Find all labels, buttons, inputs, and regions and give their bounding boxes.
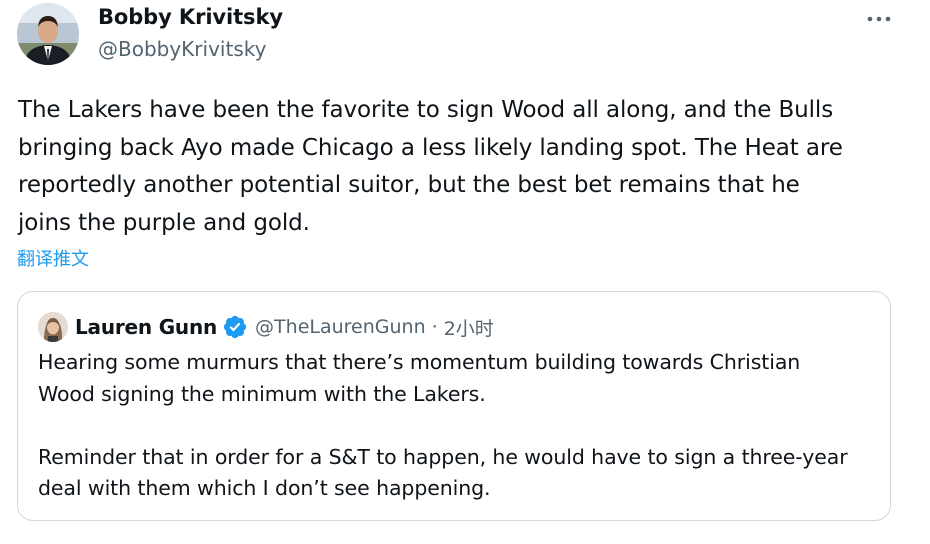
quoted-text-line: Hearing some murmurs that there’s moment… <box>38 350 801 374</box>
quoted-header: Lauren Gunn @TheLaurenGunn · 2小时 <box>75 312 494 342</box>
author-avatar[interactable] <box>17 3 79 65</box>
author-name[interactable]: Bobby Krivitsky <box>98 5 283 29</box>
tweet-text: The Lakers have been the favorite to sig… <box>18 92 898 242</box>
avatar-photo-icon <box>17 3 79 65</box>
quoted-author-avatar[interactable] <box>38 312 68 342</box>
tweet-text-line: The Lakers have been the favorite to sig… <box>18 97 834 123</box>
more-options-button[interactable] <box>862 6 896 32</box>
quoted-text-line: Wood signing the minimum with the Lakers… <box>38 381 486 406</box>
tweet-text-line: joins the purple and gold. <box>18 209 310 236</box>
avatar-photo-icon <box>38 312 68 342</box>
quoted-tweet[interactable]: Lauren Gunn @TheLaurenGunn · 2小时 Hearing… <box>17 291 891 521</box>
quoted-author-name[interactable]: Lauren Gunn <box>75 315 217 339</box>
quoted-text-line: Reminder that in order for a S&T to happ… <box>38 444 848 469</box>
tweet-card: Bobby Krivitsky @BobbyKrivitsky The Lake… <box>0 0 930 544</box>
translate-tweet-link[interactable]: 翻译推文 <box>17 245 89 271</box>
separator-dot: · <box>431 316 438 338</box>
quoted-timestamp[interactable]: 2小时 <box>444 314 494 341</box>
tweet-text-line: bringing back Ayo made Chicago a less li… <box>18 134 843 161</box>
author-handle[interactable]: @BobbyKrivitsky <box>98 37 266 61</box>
verified-badge-icon <box>222 314 248 340</box>
quoted-text-line: deal with them which I don’t see happeni… <box>38 476 491 500</box>
more-horizontal-icon <box>867 16 891 22</box>
quoted-author-handle[interactable]: @TheLaurenGunn <box>255 316 426 338</box>
quoted-text: Hearing some murmurs that there’s moment… <box>38 347 878 505</box>
tweet-text-line: reportedly another potential suitor, but… <box>18 172 800 198</box>
